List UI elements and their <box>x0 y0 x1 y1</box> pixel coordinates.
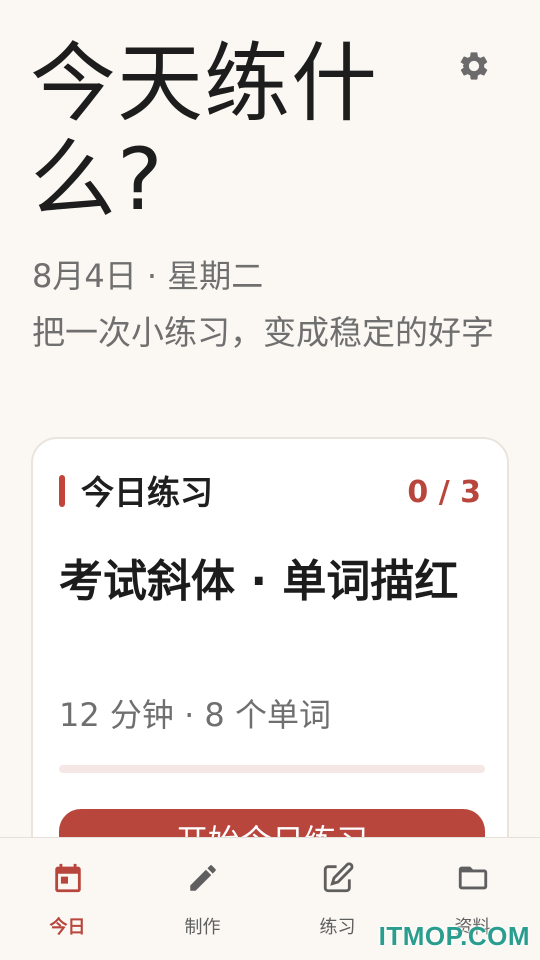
nav-item-today[interactable]: 今日 <box>0 838 135 960</box>
nav-label-today: 今日 <box>49 917 86 938</box>
task-meta: 12 分钟 · 8 个单词 <box>59 696 331 734</box>
today-practice-card: 今日练习 0 / 3 考试斜体 · 单词描红 12 分钟 · 8 个单词 开始今… <box>31 437 509 897</box>
slogan-text: 把一次小练习，变成稳定的好字 <box>32 313 494 352</box>
page-title: 今天练什么? <box>30 34 378 230</box>
task-title: 考试斜体 · 单词描红 <box>59 556 459 607</box>
settings-button[interactable] <box>452 44 496 88</box>
watermark: ITMOP.COM <box>378 921 530 951</box>
card-header: 今日练习 0 / 3 <box>59 473 481 513</box>
progress-bar <box>59 765 485 773</box>
app-screen: 今天练什么? 8月4日 · 星期二 把一次小练习，变成稳定的好字 今日练习 0 … <box>0 0 540 960</box>
pencil-icon <box>183 858 223 898</box>
card-label: 今日练习 <box>81 473 213 512</box>
nav-label-create: 制作 <box>184 917 221 938</box>
date-text: 8月4日 · 星期二 <box>32 257 264 295</box>
nav-item-create[interactable]: 制作 <box>135 838 270 960</box>
folder-icon <box>453 858 493 898</box>
edit-square-icon <box>318 858 358 898</box>
accent-bar <box>59 475 65 507</box>
progress-count: 0 / 3 <box>407 475 481 510</box>
calendar-icon <box>48 858 88 898</box>
nav-label-practice: 练习 <box>319 917 356 938</box>
gear-icon <box>460 52 488 80</box>
